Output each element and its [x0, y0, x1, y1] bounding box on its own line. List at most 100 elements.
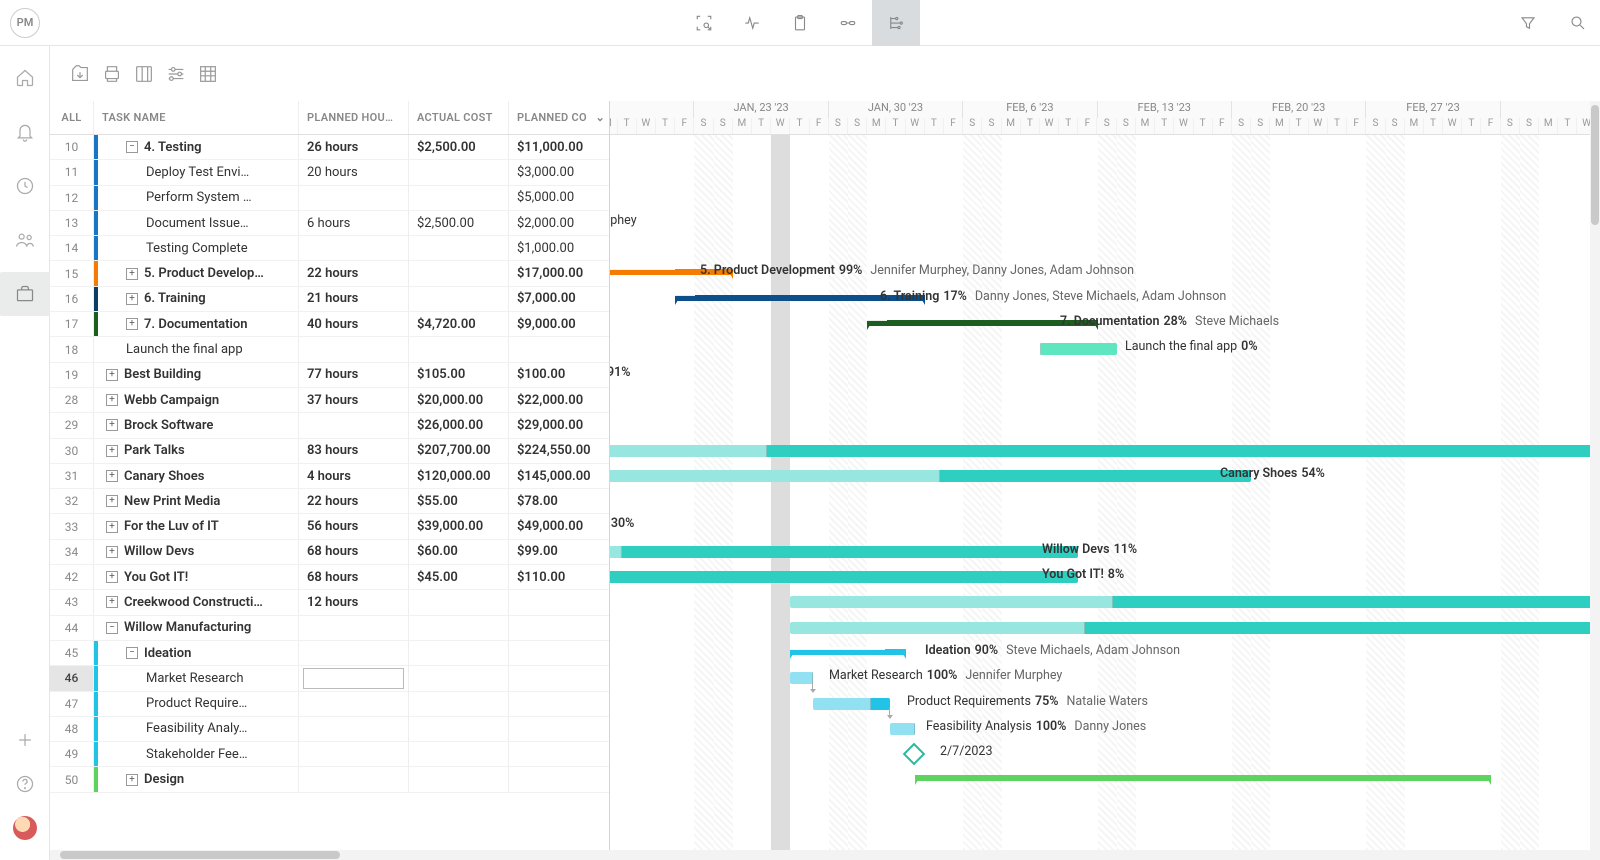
planned-cost-cell[interactable]: $78.00 — [509, 489, 609, 513]
row-number[interactable]: 29 — [50, 413, 94, 437]
expand-icon[interactable]: + — [106, 470, 118, 482]
gantt-bar[interactable] — [610, 470, 1251, 482]
row-number[interactable]: 33 — [50, 514, 94, 538]
row-number[interactable]: 34 — [50, 540, 94, 564]
gantt-bar[interactable] — [610, 445, 1600, 457]
planned-cost-cell[interactable]: $2,000.00 — [509, 211, 609, 235]
settings-sliders-icon[interactable] — [164, 62, 188, 86]
planned-cost-cell[interactable] — [509, 692, 609, 716]
column-planned-hours[interactable]: PLANNED HOU… — [299, 101, 409, 134]
view-activity-icon[interactable] — [728, 0, 776, 46]
actual-cost-cell[interactable] — [409, 590, 509, 614]
columns-icon[interactable] — [132, 62, 156, 86]
gantt-body[interactable]: ifer Murphey5. Product Development99%Jen… — [610, 135, 1600, 850]
row-number[interactable]: 28 — [50, 388, 94, 412]
planned-cost-cell[interactable]: $5,000.00 — [509, 186, 609, 210]
actual-cost-cell[interactable] — [409, 186, 509, 210]
table-row[interactable]: 30+Park Talks83 hours$207,700.00$224,550… — [50, 439, 609, 464]
table-row[interactable]: 32+New Print Media22 hours$55.00$78.00 — [50, 489, 609, 514]
planned-hours-cell[interactable]: 68 hours — [299, 540, 409, 564]
table-row[interactable]: 15+5. Product Develop…22 hours $17,000.00 — [50, 261, 609, 286]
row-number[interactable]: 32 — [50, 489, 94, 513]
planned-hours-cell[interactable]: 37 hours — [299, 388, 409, 412]
actual-cost-cell[interactable]: $26,000.00 — [409, 413, 509, 437]
collapse-icon[interactable]: − — [126, 647, 138, 659]
vertical-scrollbar[interactable] — [1590, 101, 1600, 850]
gantt-bar[interactable] — [790, 622, 1600, 634]
expand-icon[interactable]: + — [106, 546, 118, 558]
view-gantt-icon[interactable] — [872, 0, 920, 46]
task-name-cell[interactable]: +New Print Media — [94, 489, 299, 513]
planned-cost-cell[interactable]: $3,000.00 — [509, 160, 609, 184]
row-number[interactable]: 44 — [50, 616, 94, 640]
planned-cost-cell[interactable]: $224,550.00 — [509, 439, 609, 463]
actual-cost-cell[interactable]: $105.00 — [409, 363, 509, 387]
planned-hours-cell[interactable]: 6 hours — [299, 211, 409, 235]
table-row[interactable]: 16+6. Training21 hours$7,000.00 — [50, 287, 609, 312]
planned-cost-cell[interactable]: $29,000.00 — [509, 413, 609, 437]
expand-icon[interactable]: + — [106, 596, 118, 608]
actual-cost-cell[interactable] — [409, 666, 509, 690]
task-name-cell[interactable]: +Canary Shoes — [94, 464, 299, 488]
planned-hours-cell[interactable] — [299, 236, 409, 260]
table-row[interactable]: 44−Willow Manufacturing — [50, 616, 609, 641]
expand-icon[interactable]: + — [106, 369, 118, 381]
planned-hours-cell[interactable]: 26 hours — [299, 135, 409, 159]
planned-cost-cell[interactable]: $110.00 — [509, 565, 609, 589]
table-icon[interactable] — [196, 62, 220, 86]
planned-hours-cell[interactable]: 22 hours — [299, 261, 409, 285]
table-row[interactable]: 11Deploy Test Envi…20 hours$3,000.00 — [50, 160, 609, 185]
planned-cost-cell[interactable]: $1,000.00 — [509, 236, 609, 260]
column-actual-cost[interactable]: ACTUAL COST — [409, 101, 509, 134]
actual-cost-cell[interactable]: $39,000.00 — [409, 514, 509, 538]
planned-hours-input[interactable] — [303, 668, 404, 689]
row-number[interactable]: 10 — [50, 135, 94, 159]
collapse-icon[interactable]: − — [126, 141, 138, 153]
print-icon[interactable] — [100, 62, 124, 86]
planned-hours-cell[interactable] — [299, 767, 409, 791]
actual-cost-cell[interactable]: $60.00 — [409, 540, 509, 564]
task-name-cell[interactable]: −Ideation — [94, 641, 299, 665]
actual-cost-cell[interactable] — [409, 692, 509, 716]
collapse-icon[interactable]: − — [106, 622, 118, 634]
planned-hours-cell[interactable]: 20 hours — [299, 160, 409, 184]
search-icon[interactable] — [1568, 13, 1588, 33]
view-scan-icon[interactable] — [680, 0, 728, 46]
planned-hours-cell[interactable]: 68 hours — [299, 565, 409, 589]
task-name-cell[interactable]: Launch the final app — [94, 337, 299, 361]
nav-home-icon[interactable] — [13, 66, 37, 90]
planned-cost-cell[interactable]: $17,000.00 — [509, 261, 609, 285]
planned-cost-cell[interactable]: $49,000.00 — [509, 514, 609, 538]
row-number[interactable]: 18 — [50, 337, 94, 361]
expand-icon[interactable]: + — [126, 268, 138, 280]
actual-cost-cell[interactable]: $2,500.00 — [409, 135, 509, 159]
expand-icon[interactable]: + — [106, 571, 118, 583]
column-planned-cost[interactable]: PLANNED CO⌄ — [509, 101, 609, 134]
expand-icon[interactable]: + — [106, 419, 118, 431]
planned-hours-cell[interactable]: 4 hours — [299, 464, 409, 488]
planned-cost-cell[interactable] — [509, 666, 609, 690]
task-name-cell[interactable]: +7. Documentation — [94, 312, 299, 336]
task-name-cell[interactable]: +5. Product Develop… — [94, 261, 299, 285]
row-number[interactable]: 15 — [50, 261, 94, 285]
actual-cost-cell[interactable] — [409, 160, 509, 184]
column-all[interactable]: ALL — [50, 101, 94, 134]
task-name-cell[interactable]: Testing Complete — [94, 236, 299, 260]
planned-hours-cell[interactable] — [299, 641, 409, 665]
row-number[interactable]: 48 — [50, 717, 94, 741]
planned-hours-cell[interactable] — [299, 337, 409, 361]
task-name-cell[interactable]: +Willow Devs — [94, 540, 299, 564]
planned-cost-cell[interactable]: $145,000.00 — [509, 464, 609, 488]
horizontal-scrollbar[interactable] — [50, 850, 1600, 860]
planned-hours-cell[interactable]: 21 hours — [299, 287, 409, 311]
planned-hours-cell[interactable] — [299, 616, 409, 640]
actual-cost-cell[interactable]: $207,700.00 — [409, 439, 509, 463]
table-row[interactable]: 33+For the Luv of IT56 hours$39,000.00$4… — [50, 514, 609, 539]
chevron-down-icon[interactable]: ⌄ — [595, 111, 605, 124]
row-number[interactable]: 42 — [50, 565, 94, 589]
actual-cost-cell[interactable]: $4,720.00 — [409, 312, 509, 336]
task-name-cell[interactable]: +For the Luv of IT — [94, 514, 299, 538]
actual-cost-cell[interactable] — [409, 641, 509, 665]
row-number[interactable]: 17 — [50, 312, 94, 336]
actual-cost-cell[interactable]: $55.00 — [409, 489, 509, 513]
